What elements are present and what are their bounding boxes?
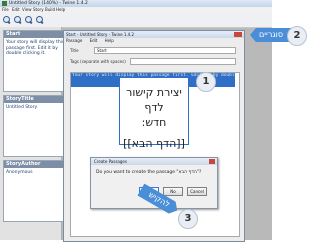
annotation-line-3: [[הדף הבא]] <box>123 137 185 150</box>
card-body: Untitled Story <box>6 105 38 110</box>
zoom-fit-icon[interactable] <box>25 16 33 25</box>
tags-field[interactable] <box>130 58 236 65</box>
editor-titlebar[interactable]: Start - Untitled Story - Twine 1.4.2 <box>64 31 244 38</box>
step-number-3: 3 <box>178 209 198 229</box>
card-title: StoryTitle <box>4 96 67 103</box>
zoom-out-icon[interactable] <box>14 16 22 25</box>
card-body: Your story will display this passage fir… <box>6 40 65 56</box>
brackets-callout-arrow: סוגריים <box>250 28 292 42</box>
editor-menu: Passage Edit Help <box>64 38 244 44</box>
title-field[interactable]: Start <box>94 47 236 54</box>
tags-label: Tags (separate with spaces) <box>70 59 126 64</box>
zoom-actual-icon[interactable] <box>36 16 44 25</box>
card-title: Start <box>4 31 67 38</box>
no-button[interactable]: No <box>163 187 183 196</box>
close-icon[interactable] <box>209 159 215 164</box>
app-icon <box>2 1 7 6</box>
title-label: Title <box>70 48 79 53</box>
dialog-title: Create Passages <box>94 159 127 164</box>
editor-menu-edit[interactable]: Edit <box>90 38 98 43</box>
editor-menu-passage[interactable]: Passage <box>66 38 82 43</box>
passage-card-start[interactable]: Start Your story will display this passa… <box>3 30 68 92</box>
window-title: Untitled Story (140%) - Twine 1.4.2 <box>9 1 88 6</box>
dialog-titlebar[interactable]: Create Passages <box>91 158 217 165</box>
passage-card-storytitle[interactable]: StoryTitle Untitled Story <box>3 95 68 157</box>
editor-menu-help[interactable]: Help <box>105 38 114 43</box>
card-title: StoryAuthor <box>4 161 67 168</box>
annotation-line-2: חדש: <box>141 116 167 129</box>
passage-card-storyauthor[interactable]: StoryAuthor Anonymous <box>3 160 68 222</box>
story-map[interactable]: Start Your story will display this passa… <box>0 27 68 240</box>
card-body: Anonymous <box>6 170 33 175</box>
window-titlebar[interactable]: Untitled Story (140%) - Twine 1.4.2 <box>0 0 272 7</box>
cancel-button[interactable]: Cancel <box>187 187 207 196</box>
close-icon[interactable] <box>234 32 242 37</box>
annotation-line-1: יצירת קישור לדף <box>126 86 182 114</box>
toolbar <box>0 13 272 28</box>
step-number-2: 2 <box>287 26 307 46</box>
dialog-message: Do you want to create the passage "הדף ה… <box>96 170 202 175</box>
editor-title: Start - Untitled Story - Twine 1.4.2 <box>66 32 135 37</box>
step-number-1: 1 <box>196 72 216 92</box>
zoom-in-icon[interactable] <box>3 16 11 25</box>
hebrew-annotation: יצירת קישור לדף חדש: [[הדף הבא]] <box>119 77 189 150</box>
